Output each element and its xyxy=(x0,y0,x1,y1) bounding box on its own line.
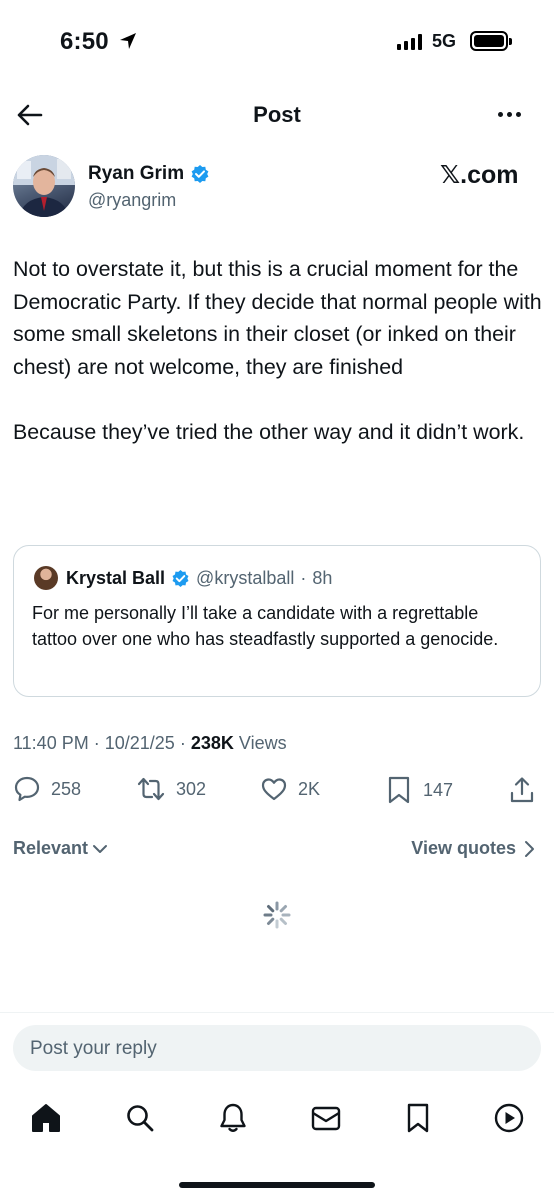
action-bar: 258 302 2K 147 xyxy=(0,775,554,809)
quoted-post[interactable]: Krystal Ball @krystalball · 8h For me pe… xyxy=(13,545,541,697)
like-button[interactable]: 2K xyxy=(260,775,320,803)
repost-icon xyxy=(137,777,165,801)
bottom-tab-bar xyxy=(0,1095,554,1145)
sort-replies-dropdown[interactable]: Relevant xyxy=(13,838,108,859)
post-date: 10/21/25 xyxy=(104,733,175,753)
location-arrow-icon xyxy=(120,33,136,49)
battery-icon xyxy=(470,31,512,51)
view-quotes-link[interactable]: View quotes xyxy=(411,838,536,859)
post-time: 11:40 PM xyxy=(13,733,89,753)
bookmark-button[interactable]: 147 xyxy=(385,775,453,805)
messages-icon[interactable] xyxy=(309,1101,343,1135)
bookmarks-icon[interactable] xyxy=(401,1101,435,1135)
bookmark-icon xyxy=(388,776,410,804)
status-bar: 6:50 5G xyxy=(0,0,554,86)
share-button[interactable] xyxy=(508,775,536,805)
chevron-right-icon xyxy=(525,840,534,857)
post-meta: 11:40 PM · 10/21/25 · 238K Views xyxy=(13,733,287,754)
home-icon[interactable] xyxy=(29,1101,63,1135)
avatar-image xyxy=(13,155,75,217)
network-type: 5G xyxy=(432,31,457,51)
author-name-row[interactable]: Ryan Grim xyxy=(88,163,210,185)
verified-badge-icon xyxy=(191,165,209,183)
more-options-icon[interactable] xyxy=(498,112,521,117)
reply-button[interactable]: 258 xyxy=(13,775,81,803)
meta-separator: · xyxy=(93,733,100,753)
views-label: Views xyxy=(238,733,287,753)
reply-icon xyxy=(14,776,40,802)
search-icon[interactable] xyxy=(123,1101,157,1135)
divider xyxy=(0,1012,554,1013)
sort-label: Relevant xyxy=(13,838,89,858)
share-icon xyxy=(510,777,534,803)
reply-input[interactable]: Post your reply xyxy=(13,1025,541,1071)
bookmark-count: 147 xyxy=(423,779,454,800)
repost-button[interactable]: 302 xyxy=(136,775,206,803)
quote-avatar xyxy=(34,566,58,590)
post-header: Post xyxy=(0,90,554,140)
status-time: 6:50 xyxy=(60,28,109,55)
like-count: 2K xyxy=(298,778,321,799)
author-handle[interactable]: @ryangrim xyxy=(88,190,176,211)
play-icon[interactable] xyxy=(492,1101,526,1135)
view-quotes-label: View quotes xyxy=(411,838,516,858)
quote-timestamp: 8h xyxy=(312,567,333,588)
heart-icon xyxy=(261,778,287,801)
repost-count: 302 xyxy=(176,778,207,799)
reply-count: 258 xyxy=(51,778,82,799)
verified-badge-icon xyxy=(172,569,189,587)
chevron-down-icon xyxy=(93,844,108,853)
home-indicator xyxy=(179,1182,375,1188)
quote-author-name: Krystal Ball xyxy=(66,567,166,588)
tweet-text: Not to overstate it, but this is a cruci… xyxy=(13,257,542,444)
quote-separator: · xyxy=(300,567,307,588)
cellular-signal-icon xyxy=(397,34,422,50)
loading-spinner-icon xyxy=(263,901,291,929)
quote-author-handle: @krystalball xyxy=(196,567,295,588)
quote-header: Krystal Ball @krystalball · 8h xyxy=(34,566,332,590)
meta-separator: · xyxy=(179,733,186,753)
page-title: Post xyxy=(253,102,301,127)
x-logo: 𝕏.com xyxy=(440,161,519,189)
reply-placeholder: Post your reply xyxy=(30,1038,157,1059)
quote-text: For me personally I’ll take a candidate … xyxy=(32,603,499,649)
notifications-icon[interactable] xyxy=(216,1101,250,1135)
author-avatar[interactable] xyxy=(13,155,75,217)
author-name: Ryan Grim xyxy=(88,163,185,184)
views-count[interactable]: 238K xyxy=(191,733,234,753)
